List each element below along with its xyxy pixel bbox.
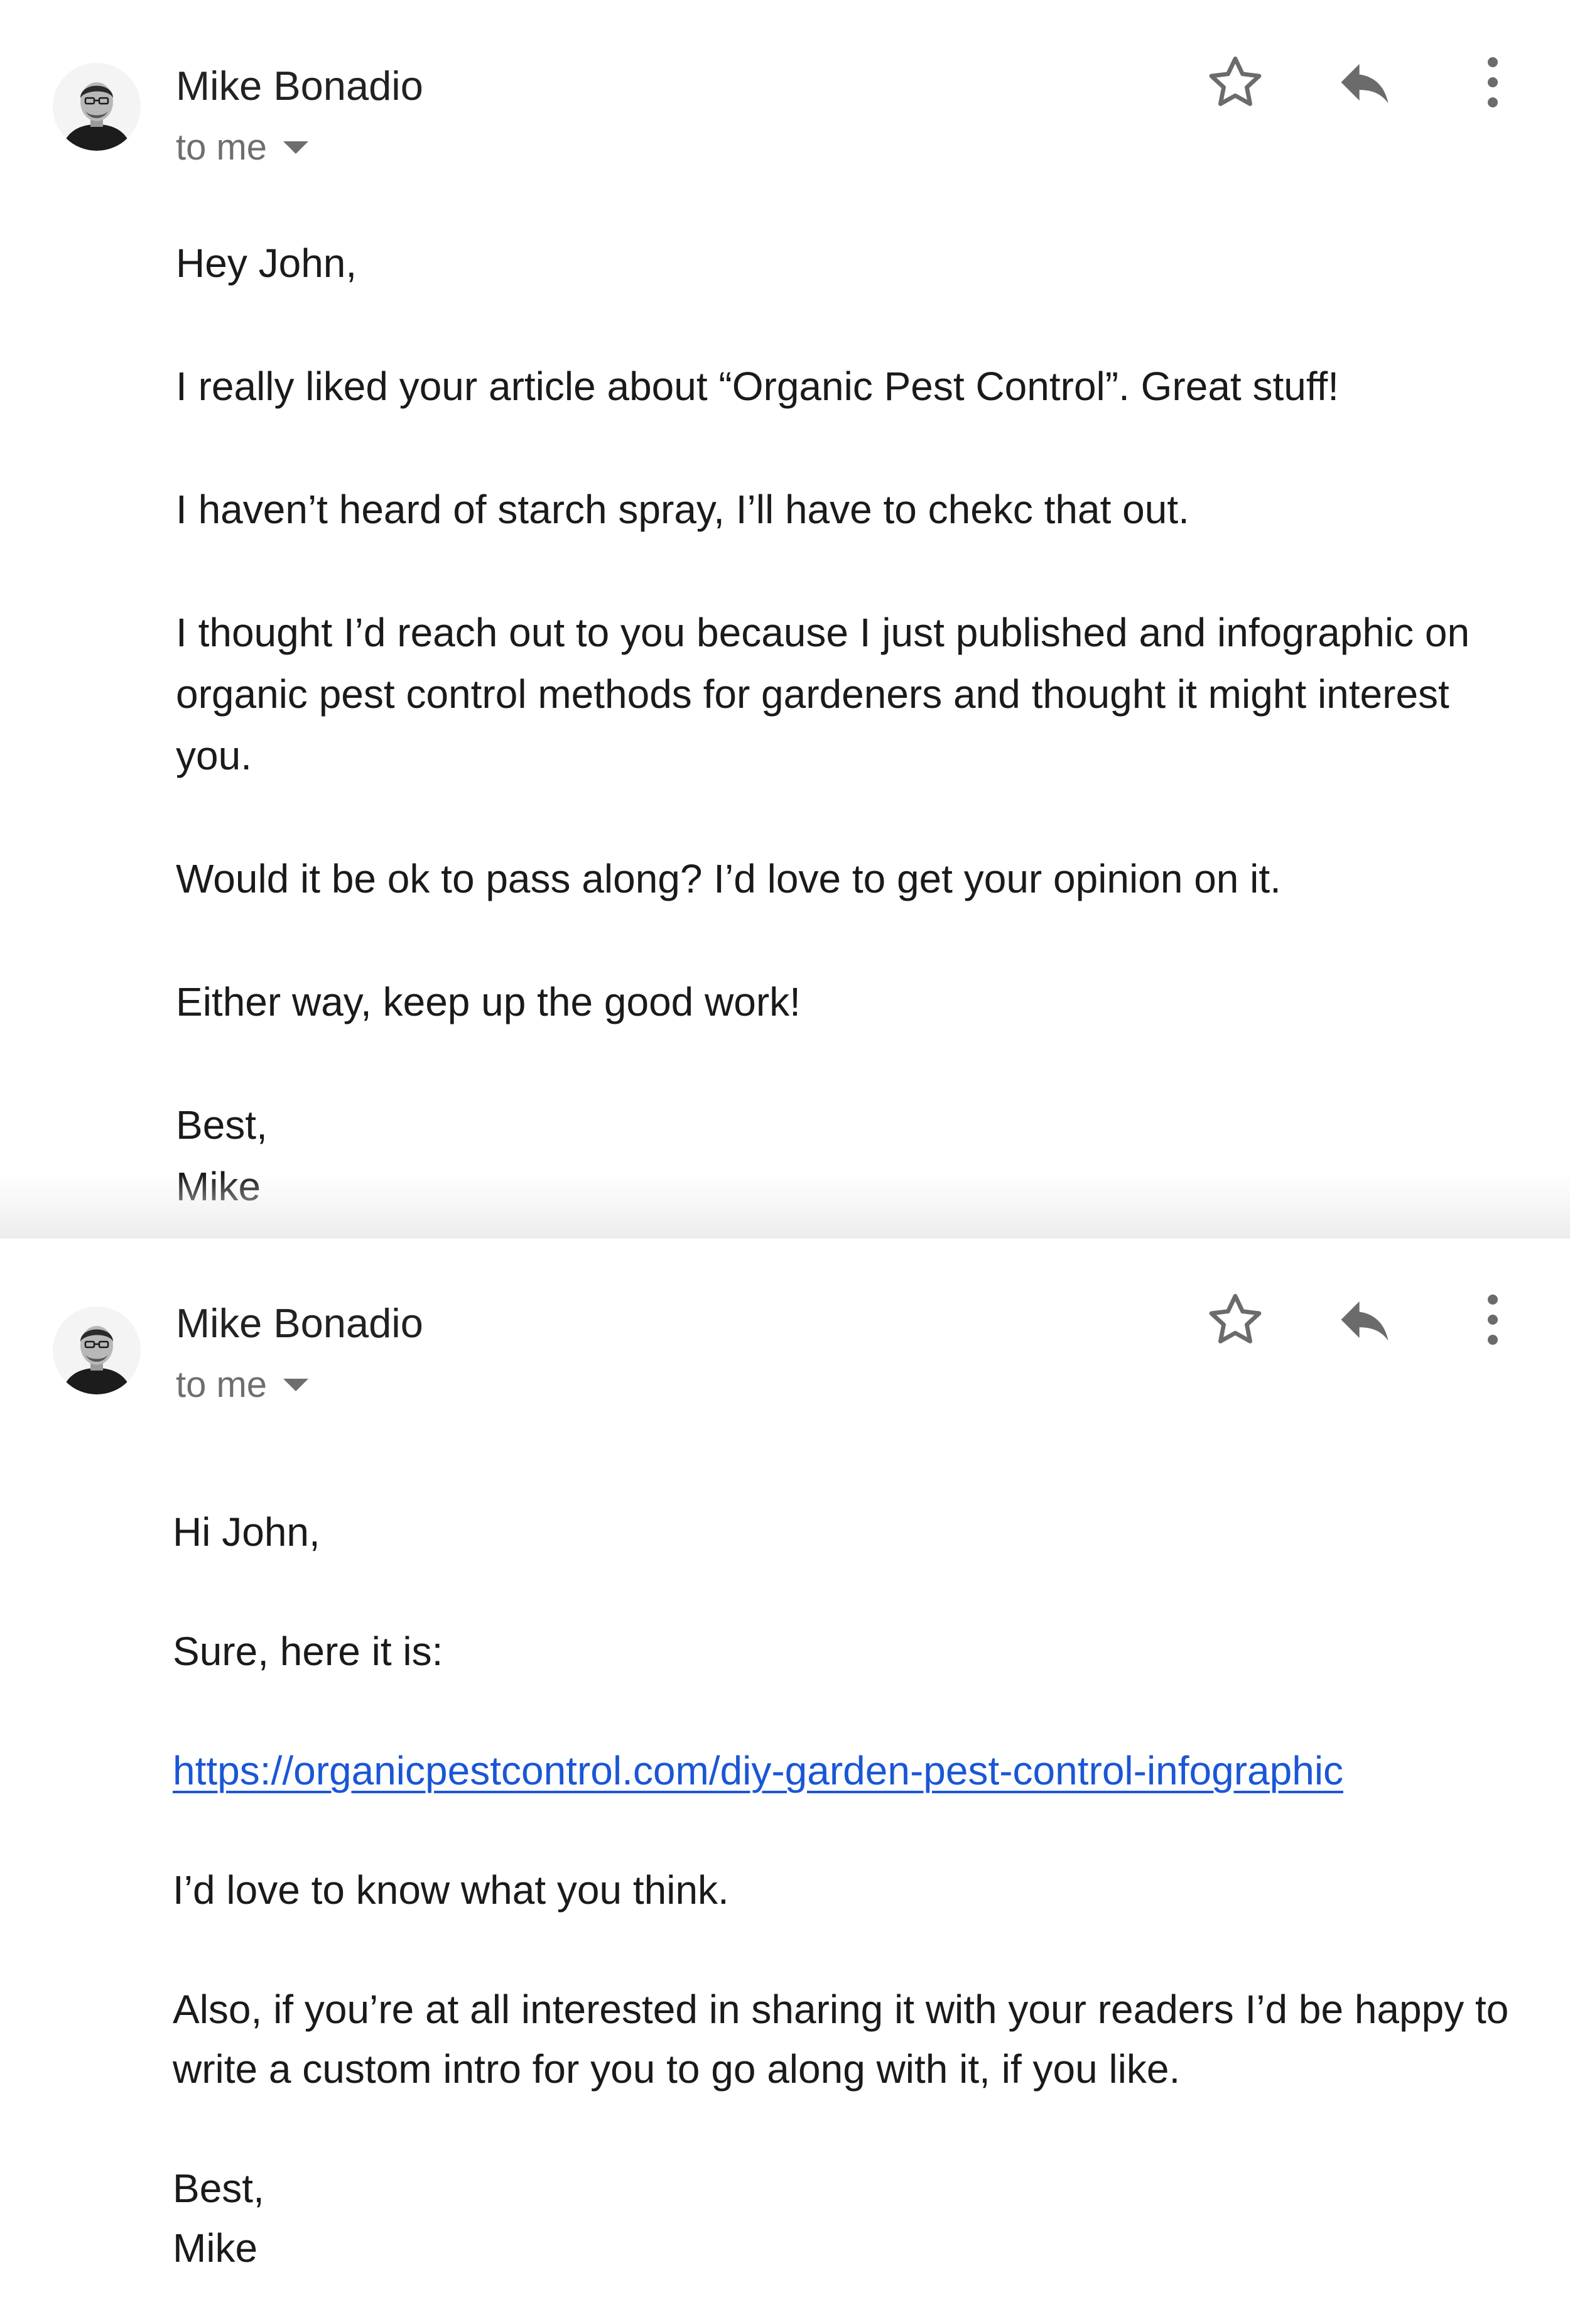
star-outline-icon xyxy=(1209,1294,1262,1344)
body-paragraph-line: I thought I’d reach out to you because I… xyxy=(176,610,1470,655)
signoff-line: Best, xyxy=(173,2166,264,2211)
recipient-label: to me xyxy=(176,127,268,168)
more-vertical-icon xyxy=(1488,57,1498,107)
body-paragraph: Sure, here it is: xyxy=(173,1629,443,1674)
more-options-button[interactable] xyxy=(1458,48,1527,117)
greeting-line: Hey John, xyxy=(176,241,357,286)
sender-avatar[interactable] xyxy=(53,63,141,151)
reply-arrow-icon xyxy=(1341,1301,1389,1341)
body-paragraph: I haven’t heard of starch spray, I’ll ha… xyxy=(176,487,1189,532)
star-button[interactable] xyxy=(1201,1285,1270,1354)
reply-button[interactable] xyxy=(1330,1285,1399,1354)
body-paragraph: Would it be ok to pass along? I’d love t… xyxy=(176,856,1281,901)
avatar-portrait-icon xyxy=(53,63,141,151)
recipient-label: to me xyxy=(176,1364,268,1405)
body-paragraph-line: you. xyxy=(176,733,252,778)
email-body: Hey John, I really liked your article ab… xyxy=(176,232,1520,1217)
infographic-link[interactable]: https://organicpestcontrol.com/diy-garde… xyxy=(173,1748,1343,1793)
avatar-portrait-icon xyxy=(53,1306,141,1394)
message-divider xyxy=(0,1175,1570,1239)
reply-arrow-icon xyxy=(1341,63,1389,104)
sender-avatar[interactable] xyxy=(53,1306,141,1394)
body-paragraph: I really liked your article about “Organ… xyxy=(176,364,1340,409)
star-button[interactable] xyxy=(1201,48,1270,117)
greeting-line: Hi John, xyxy=(173,1509,320,1555)
sender-name[interactable]: Mike Bonadio xyxy=(176,65,423,106)
signature-line: Mike xyxy=(173,2225,258,2271)
recipient-details-toggle[interactable]: to me xyxy=(176,127,309,168)
email-message: Mike Bonadio to me Hi John, Sure, here i… xyxy=(0,1239,1570,2324)
caret-down-icon xyxy=(283,1378,309,1391)
caret-down-icon xyxy=(283,141,309,154)
body-paragraph: Either way, keep up the good work! xyxy=(176,979,801,1024)
body-paragraph-line: Also, if you’re at all interested in sha… xyxy=(173,1987,1509,2032)
more-vertical-icon xyxy=(1488,1295,1498,1345)
email-message: Mike Bonadio to me Hey John, I really li… xyxy=(0,0,1570,1239)
star-outline-icon xyxy=(1209,57,1262,106)
email-body: Hi John, Sure, here it is: https://organ… xyxy=(173,1502,1517,2278)
body-paragraph-line: write a custom intro for you to go along… xyxy=(173,2046,1181,2092)
body-paragraph: I’d love to know what you think. xyxy=(173,1867,729,1913)
more-options-button[interactable] xyxy=(1458,1285,1527,1354)
reply-button[interactable] xyxy=(1330,48,1399,117)
body-paragraph-line: organic pest control methods for gardene… xyxy=(176,671,1449,717)
recipient-details-toggle[interactable]: to me xyxy=(176,1364,309,1405)
sender-name[interactable]: Mike Bonadio xyxy=(176,1303,423,1344)
signoff-line: Best, xyxy=(176,1102,268,1148)
